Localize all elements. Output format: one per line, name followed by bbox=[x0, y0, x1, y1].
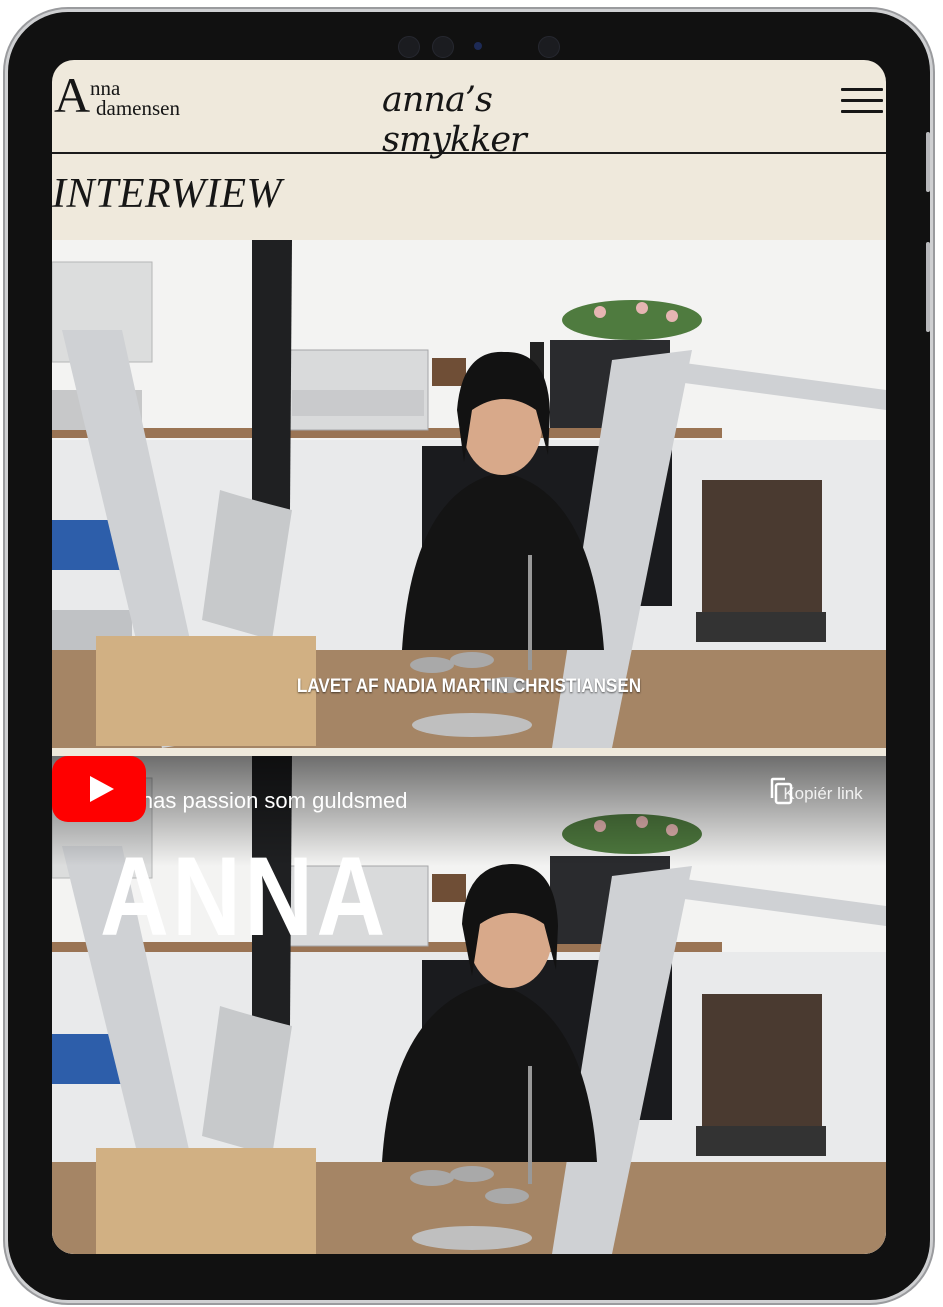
logo-line-2: damensen bbox=[96, 96, 180, 120]
video-overlay-title: ANNA bbox=[100, 834, 389, 959]
camera-bar bbox=[398, 36, 568, 60]
logo-initial: A bbox=[54, 67, 91, 123]
logo-line-1: nna bbox=[90, 76, 121, 100]
page-title: INTERWIEW bbox=[52, 171, 283, 217]
copy-icon bbox=[770, 777, 793, 805]
video-title[interactable]: Annas passion som guldsmed bbox=[114, 788, 408, 814]
youtube-play-icon[interactable] bbox=[52, 756, 146, 822]
brand-title: anna’s smykker bbox=[382, 80, 527, 160]
site-header: A nna damensen anna’s smykker bbox=[52, 60, 886, 160]
screen: A nna damensen anna’s smykker INTERWIEW bbox=[52, 60, 886, 1254]
interview-hero-image: LAVET AF NADIA MARTIN CHRISTIANSEN bbox=[52, 240, 886, 748]
youtube-embed[interactable]: Annas passion som guldsmed Kopiér link A… bbox=[52, 756, 886, 1254]
copy-link-button[interactable]: Kopiér link bbox=[768, 776, 878, 805]
site-logo[interactable]: A nna damensen bbox=[54, 70, 194, 124]
hamburger-icon[interactable] bbox=[841, 88, 883, 114]
video-credit: LAVET AF NADIA MARTIN CHRISTIANSEN bbox=[296, 676, 642, 697]
